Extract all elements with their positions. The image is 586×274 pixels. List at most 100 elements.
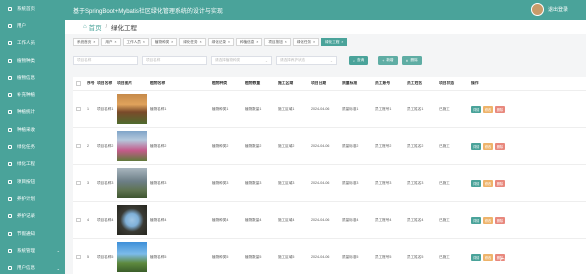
project-name-input-2[interactable]: 项目名称 — [142, 56, 207, 65]
table-cell: 质量标准4 — [342, 217, 359, 222]
tab-tag[interactable]: 种植信息 × — [235, 38, 263, 46]
row-checkbox-cell[interactable] — [73, 180, 87, 186]
close-icon[interactable]: × — [200, 40, 202, 44]
detail-button[interactable]: 详情 — [471, 179, 482, 187]
breadcrumb-separator: / — [105, 24, 108, 30]
table-cell: 2 — [87, 144, 89, 148]
close-icon[interactable]: × — [115, 40, 117, 44]
breadcrumb-current: 绿化工程 — [111, 25, 138, 32]
checkbox[interactable] — [76, 180, 81, 186]
checkbox[interactable] — [76, 106, 81, 112]
logout-link[interactable]: 退出登录 — [548, 6, 568, 13]
delete-button[interactable]: 删除 — [494, 179, 506, 187]
sidebar-item[interactable]: 补充种植 — [0, 86, 65, 103]
tab-tag[interactable]: 项目按钮 × — [264, 38, 291, 46]
sidebar-item[interactable]: 植物信息 — [0, 69, 65, 86]
tag-label: 绿化工程 — [325, 39, 340, 44]
sidebar-item[interactable]: 绿化工程 — [0, 156, 65, 173]
close-icon[interactable]: × — [341, 40, 343, 44]
tag-bar: 系统首页 × 用户 × 工作人员 × 植物种类 × 绿化任务 × 绿化记录 × 种植信息 × 项目按钮 × 绿化… — [73, 38, 349, 46]
table-cell: 项目名称3 — [97, 180, 114, 185]
sidebar-item[interactable]: 绿化任务 — [0, 138, 65, 155]
row-checkbox-cell[interactable] — [73, 143, 87, 149]
tab-tag[interactable]: 系统首页 × — [73, 38, 100, 46]
search-label: 查询 — [357, 58, 365, 62]
edit-button[interactable]: 修改 — [482, 105, 494, 113]
table-cell: 植物种类3 — [212, 180, 229, 185]
list-icon — [7, 58, 13, 64]
add-button[interactable]: + 新增 — [378, 56, 398, 65]
search-button[interactable]: ⌕ 查询 — [349, 56, 369, 65]
sidebar-item-label: 节假通知 — [17, 230, 35, 236]
sidebar-item[interactable]: 种植采收 — [0, 121, 65, 138]
tab-tag[interactable]: 绿化工程 × — [321, 38, 348, 46]
tab-tag[interactable]: 绿化任务 × — [292, 38, 320, 46]
tag-label: 用户 — [105, 39, 113, 44]
close-icon[interactable]: × — [313, 40, 315, 44]
add-label: 新增 — [386, 58, 394, 62]
sidebar-item[interactable]: 养护记录 — [0, 208, 65, 225]
table-cell: 植物数量3 — [245, 180, 262, 185]
edit-button[interactable]: 修改 — [482, 142, 494, 150]
sidebar-item[interactable]: 用户信息 ⌄ — [0, 259, 65, 274]
checkbox[interactable] — [76, 254, 81, 260]
sidebar-item[interactable]: 系统首页 — [0, 0, 65, 17]
delete-button[interactable]: 删除 — [494, 142, 506, 150]
breadcrumb: ⌂ 首页 / 绿化工程 — [65, 20, 586, 34]
row-checkbox-cell[interactable] — [73, 106, 87, 112]
sidebar-item[interactable]: 植物种类 — [0, 52, 65, 69]
close-icon[interactable]: × — [228, 40, 230, 44]
plant-type-select[interactable]: 请选择植物种类 ⌄ — [211, 56, 272, 65]
sidebar-item[interactable]: 项目按钮 — [0, 173, 65, 190]
project-name-input[interactable]: 项目名称 — [73, 56, 138, 65]
tab-tag[interactable]: 植物种类 × — [150, 38, 178, 46]
batch-delete-button[interactable]: ✕ 删除 — [401, 56, 422, 65]
user-area[interactable]: 退出登录 — [531, 3, 568, 16]
tab-tag[interactable]: 工作人员 × — [122, 38, 149, 46]
table-cell: 3 — [87, 181, 89, 185]
checkbox[interactable] — [76, 217, 81, 223]
sidebar-item-label: 养护记录 — [17, 213, 35, 219]
table-cell: 植物名称2 — [150, 143, 167, 148]
sidebar-item[interactable]: 系统管理 ⌄ — [0, 242, 65, 259]
tab-tag[interactable]: 绿化记录 × — [207, 38, 234, 46]
table-cell: 植物种类1 — [212, 106, 229, 111]
detail-button[interactable]: 详情 — [471, 142, 482, 150]
sidebar-item[interactable]: 工作人员 — [0, 35, 65, 52]
table-cell: 植物数量4 — [245, 217, 262, 222]
detail-button[interactable]: 详情 — [471, 253, 482, 261]
close-icon[interactable]: × — [171, 40, 173, 44]
checkbox[interactable] — [76, 81, 81, 86]
breadcrumb-home[interactable]: 首页 — [89, 22, 102, 32]
detail-button[interactable]: 详情 — [471, 105, 482, 113]
table-cell: 植物种类5 — [212, 254, 229, 259]
edit-button[interactable]: 修改 — [482, 179, 494, 187]
table-cell: 项目名称2 — [97, 143, 114, 148]
sidebar-menu: 系统首页用户 工作人员 植物种类 植物信息 补充种植 种植统计 种植采收 绿化任务 绿化工程 项目… — [0, 0, 65, 274]
edit-button[interactable]: 修改 — [482, 216, 494, 224]
detail-button[interactable]: 详情 — [471, 216, 482, 224]
avatar[interactable] — [531, 3, 544, 16]
row-checkbox-cell[interactable] — [73, 254, 87, 260]
edit-button[interactable]: 修改 — [482, 253, 494, 261]
sidebar-item[interactable]: 节假通知 — [0, 225, 65, 242]
delete-button[interactable]: 删除 — [494, 216, 506, 224]
select-all-checkbox[interactable] — [73, 81, 87, 86]
close-icon[interactable]: × — [93, 40, 95, 44]
column-header: 员工账号 — [375, 81, 391, 85]
sidebar-item-label: 系统首页 — [17, 5, 35, 11]
checkbox[interactable] — [76, 143, 81, 149]
delete-button[interactable]: 删除 — [494, 105, 506, 113]
close-icon[interactable]: × — [256, 40, 258, 44]
sidebar-item[interactable]: 种植统计 — [0, 104, 65, 121]
sidebar-item[interactable]: 用户 — [0, 17, 65, 34]
status-select[interactable]: 请选择养护状态 ⌄ — [276, 56, 337, 65]
table-cell: 员工姓名3 — [407, 180, 424, 185]
sidebar-item-label: 用户信息 — [17, 265, 35, 271]
tab-tag[interactable]: 绿化任务 × — [179, 38, 206, 46]
close-icon[interactable]: × — [285, 40, 287, 44]
row-checkbox-cell[interactable] — [73, 217, 87, 223]
close-icon[interactable]: × — [143, 40, 145, 44]
tab-tag[interactable]: 用户 × — [101, 38, 121, 46]
sidebar-item[interactable]: 养护计划 — [0, 190, 65, 207]
